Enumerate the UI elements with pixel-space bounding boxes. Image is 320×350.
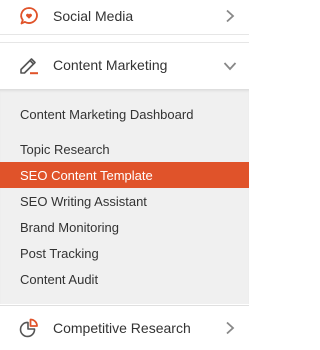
pencil-icon <box>18 54 40 76</box>
submenu-item-topic-research[interactable]: Topic Research <box>0 136 249 162</box>
chevron-down-icon[interactable] <box>223 59 237 73</box>
submenu-item-content-marketing-dashboard[interactable]: Content Marketing Dashboard <box>0 101 249 127</box>
submenu-item-post-tracking[interactable]: Post Tracking <box>0 240 249 266</box>
submenu-item-label: SEO Content Template <box>20 167 153 183</box>
nav-item-label: Social Media <box>53 8 134 24</box>
nav-item-label: Competitive Research <box>53 320 191 336</box>
nav-item-competitive-research[interactable]: Competitive Research <box>0 305 249 350</box>
nav-item-content-marketing[interactable]: Content Marketing <box>0 42 249 90</box>
chevron-right-icon[interactable] <box>223 321 237 335</box>
panel-edge <box>249 0 253 349</box>
submenu-item-seo-writing-assistant[interactable]: SEO Writing Assistant <box>0 188 249 214</box>
submenu-item-seo-content-template[interactable]: SEO Content Template <box>0 162 249 188</box>
nav-item-label: Content Marketing <box>53 57 168 73</box>
chat-bubble-icon <box>18 5 40 27</box>
submenu-item-content-audit[interactable]: Content Audit <box>0 266 249 292</box>
submenu-item-brand-monitoring[interactable]: Brand Monitoring <box>0 214 249 240</box>
submenu-item-label: SEO Writing Assistant <box>20 193 147 209</box>
submenu-item-label: Content Marketing Dashboard <box>20 106 194 122</box>
submenu-item-label: Brand Monitoring <box>20 219 119 235</box>
submenu-item-label: Post Tracking <box>20 245 99 261</box>
submenu-item-label: Content Audit <box>20 271 99 287</box>
nav-item-social-media[interactable]: Social Media <box>0 0 249 35</box>
chevron-right-icon[interactable] <box>223 9 237 23</box>
submenu-item-label: Topic Research <box>20 141 110 157</box>
pie-chart-icon <box>18 316 40 338</box>
content-marketing-submenu: Content Marketing Dashboard Topic Resear… <box>0 89 249 304</box>
